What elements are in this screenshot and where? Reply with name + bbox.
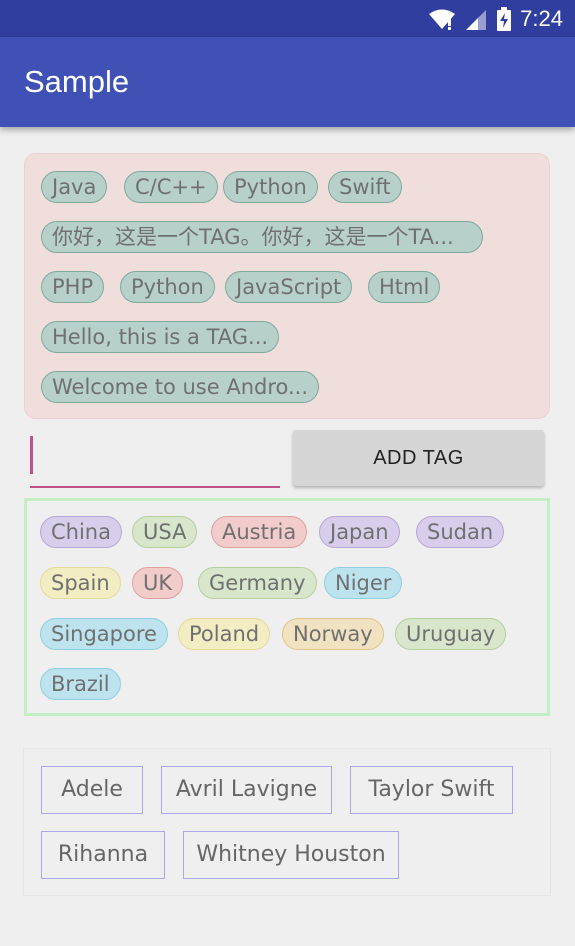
text-cursor <box>30 436 33 474</box>
status-time: 7:24 <box>520 5 563 31</box>
tag-china[interactable]: China <box>40 516 122 548</box>
add-tag-row: ADD TAG <box>0 428 575 492</box>
tag-germany[interactable]: Germany <box>198 567 317 599</box>
tag-niger[interactable]: Niger <box>324 567 403 599</box>
battery-charging-icon <box>496 6 512 31</box>
tag-java[interactable]: Java <box>41 171 108 203</box>
add-tag-button[interactable]: ADD TAG <box>293 430 544 486</box>
tag-whitney-houston[interactable]: Whitney Houston <box>183 831 399 879</box>
status-bar: 7:24 <box>0 0 575 37</box>
tag-group-2: China USA Austria Japan Sudan Spain UK G… <box>24 498 550 716</box>
tag-python-2[interactable]: Python <box>120 271 215 303</box>
tag-usa[interactable]: USA <box>132 516 198 548</box>
wifi-icon <box>428 8 456 30</box>
tag-swift[interactable]: Swift <box>328 171 402 203</box>
tag-norway[interactable]: Norway <box>282 618 384 650</box>
tag-welcome[interactable]: Welcome to use Andro... <box>41 371 320 403</box>
tag-taylor-swift[interactable]: Taylor Swift <box>350 766 513 814</box>
tag-javascript[interactable]: JavaScript <box>225 271 353 303</box>
signal-icon <box>464 8 488 30</box>
tag-php[interactable]: PHP <box>41 271 105 303</box>
tag-poland[interactable]: Poland <box>178 618 271 650</box>
app-screen: 7:24 Sample Java C/C++ Python Swift 你好，这… <box>0 0 575 946</box>
tag-japan[interactable]: Japan <box>319 516 400 548</box>
app-title: Sample <box>24 64 130 99</box>
tag-singapore[interactable]: Singapore <box>40 618 168 650</box>
tag-html[interactable]: Html <box>368 271 441 303</box>
tag-input[interactable] <box>30 436 280 488</box>
tag-austria[interactable]: Austria <box>211 516 308 548</box>
tag-hello[interactable]: Hello, this is a TAG... <box>41 321 280 353</box>
tag-uk[interactable]: UK <box>132 567 184 599</box>
tag-python[interactable]: Python <box>223 171 318 203</box>
tag-group-3: Adele Avril Lavigne Taylor Swift Rihanna… <box>23 748 551 896</box>
tag-spain[interactable]: Spain <box>40 567 121 599</box>
tag-avril-lavigne[interactable]: Avril Lavigne <box>161 766 332 814</box>
tag-uruguay[interactable]: Uruguay <box>395 618 507 650</box>
tag-cpp[interactable]: C/C++ <box>124 171 218 203</box>
tag-adele[interactable]: Adele <box>41 766 143 814</box>
tag-rihanna[interactable]: Rihanna <box>41 831 165 879</box>
tag-brazil[interactable]: Brazil <box>40 668 121 700</box>
app-bar: Sample <box>0 37 575 127</box>
tag-group-1: Java C/C++ Python Swift 你好，这是一个TAG。你好，这是… <box>24 153 550 419</box>
tag-chinese-long[interactable]: 你好，这是一个TAG。你好，这是一个TA... <box>41 221 483 253</box>
tag-sudan[interactable]: Sudan <box>416 516 505 548</box>
